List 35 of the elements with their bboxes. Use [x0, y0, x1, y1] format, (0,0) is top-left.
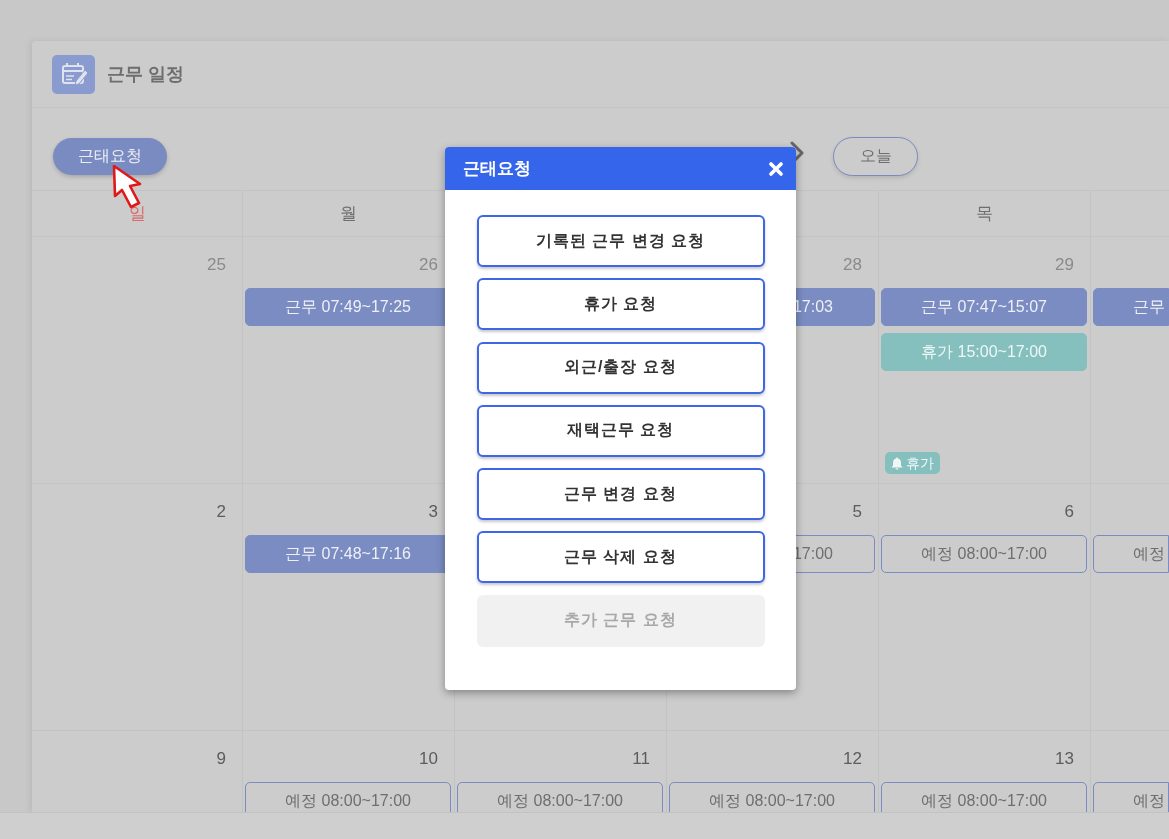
request-option-button[interactable]: 재택근무 요청: [476, 404, 765, 457]
date-number: 9: [216, 748, 226, 770]
dialog-title: 근태요청: [463, 158, 531, 180]
date-number: 2: [216, 501, 226, 523]
work-shift-event[interactable]: 근무: [1093, 288, 1169, 326]
date-number: 6: [1064, 501, 1074, 523]
attendance-request-button[interactable]: 근태요청: [53, 138, 167, 175]
request-option-button[interactable]: 휴가 요청: [476, 278, 765, 331]
date-number: 28: [843, 254, 862, 276]
request-option-button[interactable]: 근무 삭제 요청: [476, 531, 765, 584]
close-icon[interactable]: [769, 161, 783, 176]
planned-shift-event[interactable]: 예정 08:00~17:00: [881, 535, 1087, 573]
date-number: 12: [843, 748, 862, 770]
planned-shift-event[interactable]: 예정: [1093, 535, 1169, 573]
date-number: 26: [419, 254, 438, 276]
weekday-label: 월: [340, 203, 357, 225]
date-number: 10: [419, 748, 438, 770]
leave-event[interactable]: 휴가 15:00~17:00: [881, 333, 1087, 371]
leave-label: 휴가: [906, 454, 934, 472]
weekday-label: 목: [976, 203, 993, 225]
date-number: 3: [428, 501, 438, 523]
weekday-label: 일: [128, 203, 146, 225]
request-option-button[interactable]: 외근/출장 요청: [476, 341, 765, 394]
request-option-button[interactable]: 기록된 근무 변경 요청: [476, 215, 765, 267]
calendar-pen-icon: [52, 54, 95, 94]
work-shift-event[interactable]: 근무 07:47~15:07: [881, 288, 1087, 326]
date-number: 5: [852, 501, 862, 523]
date-number: 11: [632, 748, 650, 770]
page-title: 근무 일정: [107, 63, 184, 86]
request-option-button[interactable]: 근무 변경 요청: [476, 468, 765, 521]
date-number: 13: [1055, 748, 1074, 770]
date-number: 25: [207, 254, 226, 276]
date-number: 29: [1055, 254, 1074, 276]
today-button[interactable]: 오늘: [833, 137, 918, 176]
bell-icon: [891, 456, 903, 470]
